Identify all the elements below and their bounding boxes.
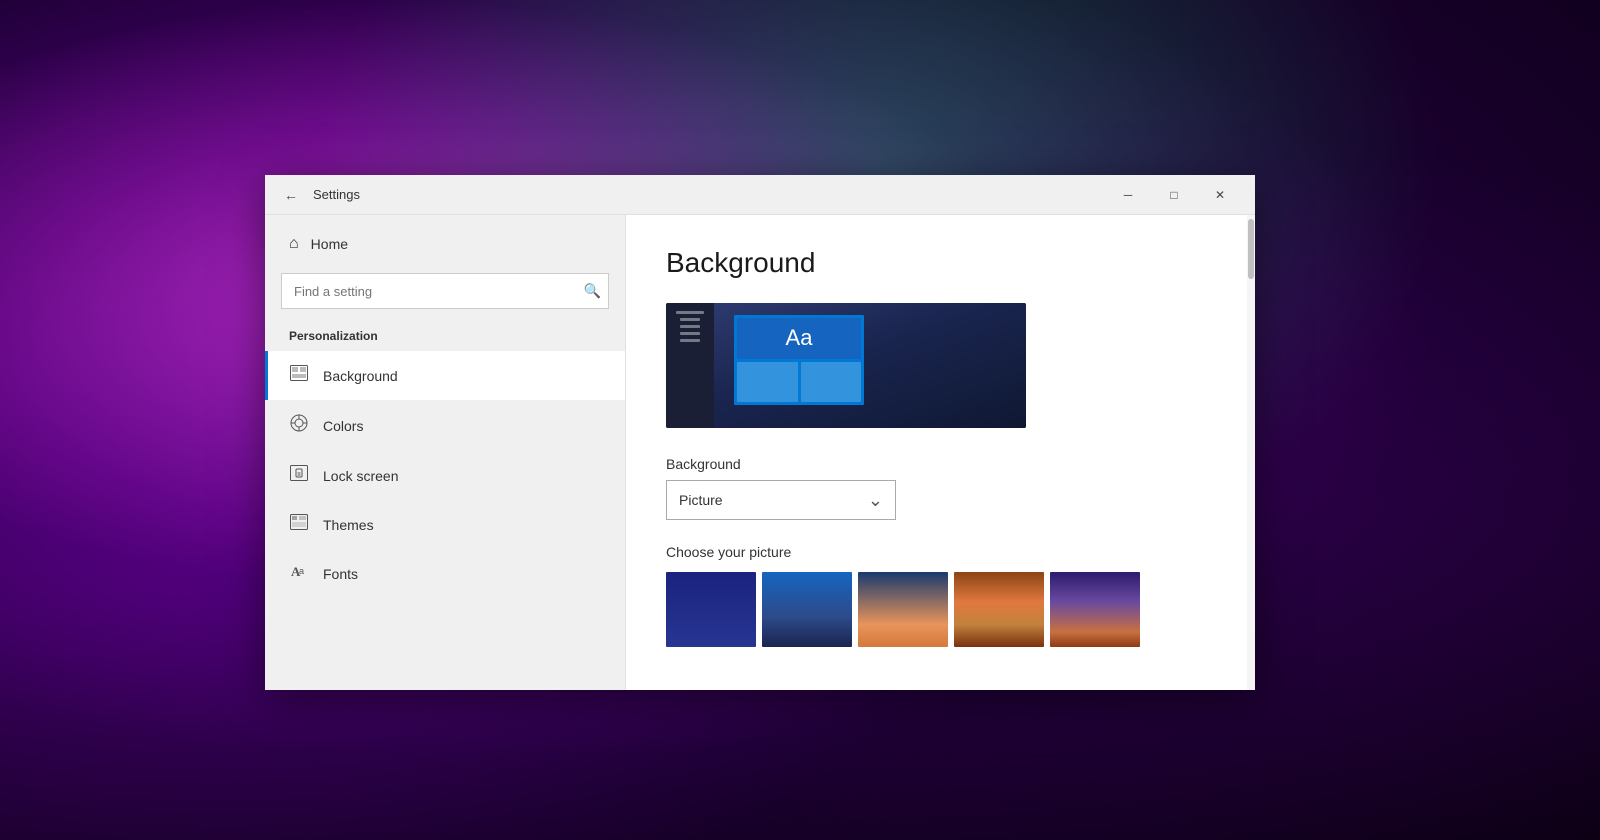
sidebar-item-colors[interactable]: Colors — [265, 400, 625, 451]
sidebar-item-background[interactable]: Background — [265, 351, 625, 400]
taskbar-line-3 — [680, 325, 700, 328]
picture-thumb-3[interactable] — [858, 572, 948, 647]
chevron-down-icon: ⌄ — [868, 490, 883, 511]
sidebar-item-lockscreen[interactable]: Lock screen — [265, 451, 625, 500]
sidebar-item-themes[interactable]: Themes — [265, 500, 625, 549]
picture-grid — [666, 572, 1215, 647]
personalization-label: Personalization — [265, 325, 625, 351]
search-box: 🔍 — [281, 273, 609, 309]
preview-tile-2 — [801, 362, 862, 403]
choose-picture-label: Choose your picture — [666, 544, 1215, 560]
settings-window: ← Settings ─ □ ✕ ⌂ Home 🔍 Personalizatio… — [265, 175, 1255, 690]
taskbar-line-5 — [680, 339, 700, 342]
lockscreen-icon — [289, 465, 309, 486]
taskbar-line-2 — [680, 318, 700, 321]
preview-tile-main: Aa — [737, 318, 861, 359]
page-title: Background — [666, 247, 1215, 279]
preview-desktop: Aa — [714, 303, 1026, 428]
picture-thumb-1[interactable] — [666, 572, 756, 647]
scrollbar-track[interactable] — [1247, 215, 1255, 690]
window-controls: ─ □ ✕ — [1105, 179, 1243, 211]
fonts-icon: A a — [289, 563, 309, 584]
dropdown-value: Picture — [679, 492, 723, 508]
search-icon[interactable]: 🔍 — [584, 283, 601, 300]
title-bar: ← Settings ─ □ ✕ — [265, 175, 1255, 215]
back-button[interactable]: ← — [277, 181, 305, 209]
sidebar-colors-label: Colors — [323, 418, 363, 434]
picture-thumb-2[interactable] — [762, 572, 852, 647]
search-input[interactable] — [281, 273, 609, 309]
sidebar-lockscreen-label: Lock screen — [323, 468, 398, 484]
scrollbar-thumb[interactable] — [1248, 219, 1254, 279]
background-type-dropdown[interactable]: Picture ⌄ — [666, 480, 896, 520]
picture-thumb-4[interactable] — [954, 572, 1044, 647]
preview-window: Aa — [734, 315, 864, 405]
svg-text:a: a — [299, 566, 304, 576]
preview-tile-1 — [737, 362, 798, 403]
window-title: Settings — [313, 187, 1105, 202]
home-label: Home — [311, 236, 348, 252]
taskbar-line-4 — [680, 332, 700, 335]
sidebar: ⌂ Home 🔍 Personalization — [265, 215, 625, 690]
colors-icon — [289, 414, 309, 437]
background-preview: Aa — [666, 303, 1026, 428]
sidebar-themes-label: Themes — [323, 517, 374, 533]
themes-icon — [289, 514, 309, 535]
sidebar-item-fonts[interactable]: A a Fonts — [265, 549, 625, 598]
home-icon: ⌂ — [289, 235, 299, 253]
window-body: ⌂ Home 🔍 Personalization — [265, 215, 1255, 690]
background-dropdown-label: Background — [666, 456, 1215, 472]
sidebar-item-home[interactable]: ⌂ Home — [265, 223, 625, 265]
taskbar-line-1 — [676, 311, 704, 314]
picture-thumb-5[interactable] — [1050, 572, 1140, 647]
maximize-button[interactable]: □ — [1151, 179, 1197, 211]
minimize-button[interactable]: ─ — [1105, 179, 1151, 211]
preview-taskbar — [666, 303, 714, 428]
preview-window-inner: Aa — [734, 315, 864, 405]
sidebar-fonts-label: Fonts — [323, 566, 358, 582]
content-area: Background Aa — [626, 215, 1255, 690]
close-button[interactable]: ✕ — [1197, 179, 1243, 211]
background-icon — [289, 365, 309, 386]
sidebar-background-label: Background — [323, 368, 398, 384]
